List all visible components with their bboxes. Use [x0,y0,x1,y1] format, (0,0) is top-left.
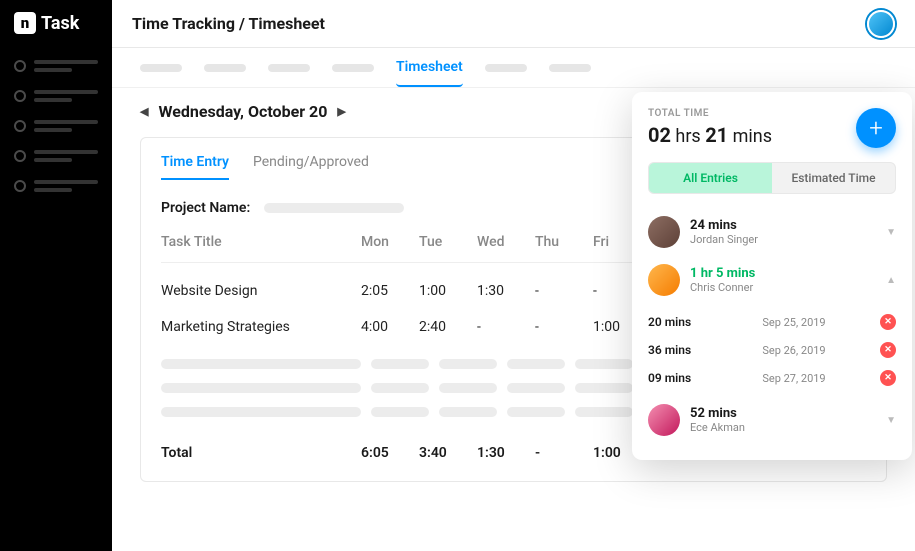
chevron-up-icon[interactable]: ▲ [886,275,896,286]
next-day-icon[interactable]: ▶ [337,105,345,118]
cell[interactable]: - [535,277,593,305]
total-time-popup: TOTAL TIME 02 hrs 21 mins + All Entries … [632,92,912,460]
col-thu: Thu [535,234,593,256]
current-date: Wednesday, October 20 [158,102,327,121]
prev-day-icon[interactable]: ◀ [140,105,148,118]
time-entry-row: 20 mins Sep 25, 2019 ✕ [648,308,896,336]
cell[interactable]: 4:00 [361,313,419,341]
time-entry-row: 09 mins Sep 27, 2019 ✕ [648,364,896,392]
total-time-value: 02 hrs 21 mins [648,123,772,147]
task-title: Marketing Strategies [161,313,361,341]
person-name: Ece Akman [690,421,876,434]
total-time-label: TOTAL TIME [648,108,772,119]
col-tue: Tue [419,234,477,256]
person-name: Jordan Singer [690,233,876,246]
sidebar-item[interactable] [14,120,98,132]
cell[interactable]: 1:00 [419,277,477,305]
tab-time-entry[interactable]: Time Entry [161,154,229,180]
totals-tue: 3:40 [419,445,477,461]
project-name-label: Project Name: [161,200,250,216]
person-row[interactable]: 1 hr 5 mins Chris Conner ▲ [648,256,896,304]
person-avatar [648,216,680,248]
totals-thu: - [535,445,593,461]
chevron-down-icon[interactable]: ▼ [886,227,896,238]
breadcrumb-tabs: Timesheet [112,48,915,88]
add-entry-button[interactable]: + [856,108,896,148]
sidebar: n Task [0,0,112,551]
placeholder [161,407,361,417]
seg-all-entries[interactable]: All Entries [649,163,772,193]
breadcrumb-placeholder[interactable] [268,64,310,72]
tab-pending-approved[interactable]: Pending/Approved [253,154,369,180]
sidebar-item[interactable] [14,90,98,102]
delete-entry-icon[interactable]: ✕ [880,314,896,330]
entry-time: 20 mins [648,315,708,329]
breadcrumb-placeholder[interactable] [140,64,182,72]
cell[interactable]: - [477,313,535,341]
entry-date: Sep 26, 2019 [762,344,825,357]
sidebar-item[interactable] [14,60,98,72]
logo-icon: n [14,12,36,34]
col-wed: Wed [477,234,535,256]
totals-wed: 1:30 [477,445,535,461]
header: Time Tracking / Timesheet [112,0,915,48]
breadcrumb-placeholder[interactable] [332,64,374,72]
person-row[interactable]: 24 mins Jordan Singer ▼ [648,208,896,256]
person-time: 52 mins [690,406,876,421]
person-time: 24 mins [690,218,876,233]
person-name: Chris Conner [690,281,876,294]
page-title: Time Tracking / Timesheet [132,14,325,33]
delete-entry-icon[interactable]: ✕ [880,370,896,386]
placeholder [161,359,361,369]
col-task: Task Title [161,234,361,256]
project-name-placeholder [264,203,404,213]
cell[interactable]: - [535,313,593,341]
breadcrumb-placeholder[interactable] [204,64,246,72]
person-avatar [648,404,680,436]
breadcrumb-timesheet[interactable]: Timesheet [396,59,463,87]
breadcrumb-placeholder[interactable] [549,64,591,72]
breadcrumb-placeholder[interactable] [485,64,527,72]
entry-time: 36 mins [648,343,708,357]
person-entries: 20 mins Sep 25, 2019 ✕ 36 mins Sep 26, 2… [648,304,896,396]
delete-entry-icon[interactable]: ✕ [880,342,896,358]
user-avatar[interactable] [867,10,895,38]
person-avatar [648,264,680,296]
col-mon: Mon [361,234,419,256]
totals-label: Total [161,445,361,461]
entry-time: 09 mins [648,371,708,385]
app-logo: n Task [14,12,98,34]
person-time: 1 hr 5 mins [690,266,876,281]
brand-name: Task [41,13,79,34]
sidebar-item[interactable] [14,180,98,192]
cell[interactable]: 2:05 [361,277,419,305]
sidebar-item[interactable] [14,150,98,162]
time-entry-row: 36 mins Sep 26, 2019 ✕ [648,336,896,364]
entry-date: Sep 27, 2019 [762,372,825,385]
person-row[interactable]: 52 mins Ece Akman ▼ [648,396,896,444]
chevron-down-icon[interactable]: ▼ [886,415,896,426]
cell[interactable]: 1:30 [477,277,535,305]
placeholder [161,383,361,393]
entry-segment: All Entries Estimated Time [648,162,896,194]
entry-date: Sep 25, 2019 [762,316,825,329]
totals-mon: 6:05 [361,445,419,461]
cell[interactable]: 2:40 [419,313,477,341]
seg-estimated[interactable]: Estimated Time [772,163,895,193]
task-title: Website Design [161,277,361,305]
